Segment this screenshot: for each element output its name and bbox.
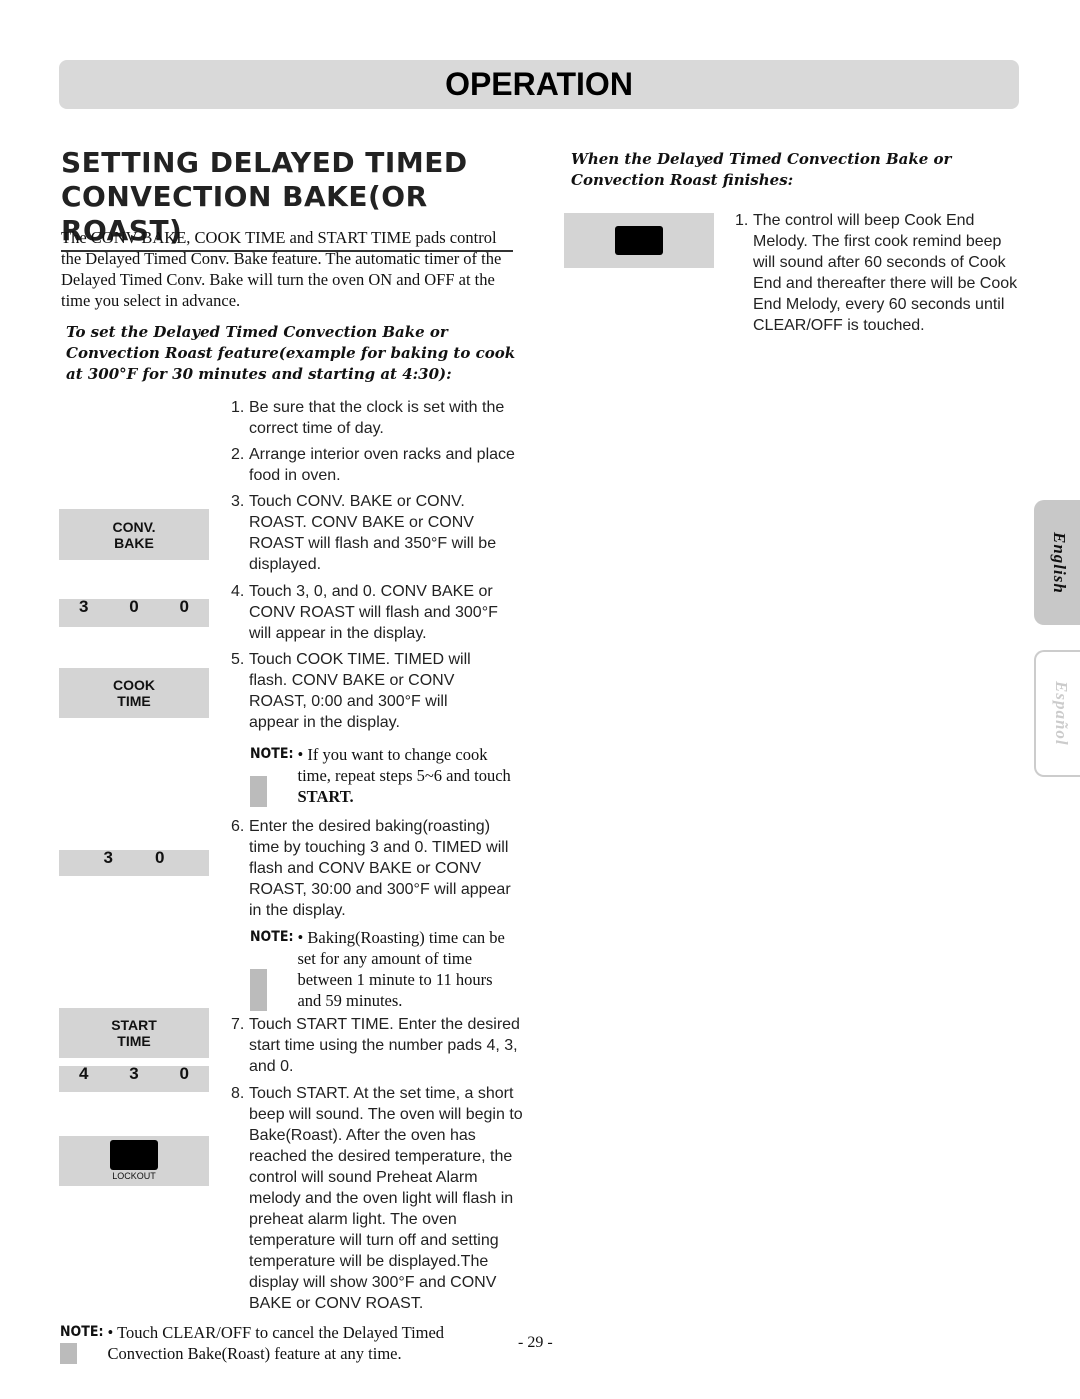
step-8: 8. Touch START. At the set time, a short …: [231, 1083, 531, 1314]
note-time-range: NOTE: • Baking(Roasting) time can be set …: [250, 927, 520, 1011]
step-3: 3. Touch CONV. BAKE or CONV. ROAST. CONV …: [231, 491, 521, 575]
step-text: Enter the desired baking(roasting) time …: [249, 818, 511, 919]
pad-label: TIME: [117, 693, 151, 709]
step-number: 5.: [231, 651, 245, 668]
digit: 0: [129, 597, 139, 616]
digit: 3: [103, 848, 113, 867]
step-number: 4.: [231, 583, 245, 600]
note-text: • Touch CLEAR/OFF to cancel the Delayed …: [107, 1323, 445, 1363]
tab-label: English: [1050, 531, 1069, 594]
step-number: 6.: [231, 818, 245, 835]
number-pads-300: 3 0 0: [59, 597, 209, 627]
tab-english[interactable]: English: [1034, 500, 1080, 625]
step-number: 1.: [735, 212, 749, 229]
note-label: NOTE:: [250, 744, 294, 807]
page-number: - 29 -: [518, 1334, 553, 1351]
section-header: OPERATION: [59, 60, 1019, 109]
finish-heading: When the Delayed Timed Convection Bake o…: [571, 150, 952, 189]
start-time-pad: START TIME: [59, 1008, 209, 1058]
step-number: 2.: [231, 446, 245, 463]
step-2: 2. Arrange interior oven racks and place …: [231, 444, 543, 486]
step-number: 7.: [231, 1016, 245, 1033]
step-5: 5. Touch COOK TIME. TIMED will flash. CON…: [231, 649, 493, 733]
tab-label: Español: [1052, 681, 1071, 746]
digit: 0: [179, 597, 189, 616]
number-pads-30: 30: [59, 848, 209, 876]
digit: 3: [129, 1064, 139, 1083]
pad-label: TIME: [117, 1033, 151, 1049]
note-text: • Baking(Roasting) time can be set for a…: [297, 928, 505, 1010]
conv-bake-pad: CONV. BAKE: [59, 509, 209, 560]
digit: 4: [79, 1064, 89, 1083]
lockout-label: LOCKOUT: [112, 1171, 156, 1181]
step-text: Touch START TIME. Enter the desired star…: [249, 1016, 520, 1075]
note-bold: START.: [297, 787, 354, 806]
note-label: NOTE:: [60, 1322, 104, 1364]
button-graphic: [615, 226, 663, 255]
step-text: Be sure that the clock is set with the c…: [249, 399, 505, 437]
pad-label: START: [111, 1017, 157, 1033]
note-text: • If you want to change cook time, repea…: [297, 744, 520, 807]
note-label: NOTE:: [250, 927, 294, 1011]
intro-paragraph: The CONV BAKE, COOK TIME and START TIME …: [61, 228, 502, 310]
pad-label: COOK: [113, 677, 155, 693]
digit: 0: [179, 1064, 189, 1083]
step-number: 1.: [231, 399, 245, 416]
start-button-graphic: [110, 1140, 158, 1170]
start-pad: LOCKOUT: [59, 1136, 209, 1186]
digit: 0: [155, 848, 165, 867]
pad-label: BAKE: [114, 534, 154, 551]
manual-page: { "header":{"title":"OPERATION"}, "secti…: [0, 0, 1080, 1399]
digit: 3: [79, 597, 89, 616]
finish-step-1: 1. The control will beep Cook End Melody.…: [735, 210, 1020, 336]
note-text-part: • If you want to change cook time, repea…: [297, 745, 511, 785]
step-7: 7. Touch START TIME. Enter the desired st…: [231, 1014, 543, 1077]
step-number: 3.: [231, 493, 245, 510]
cook-time-pad: COOK TIME: [59, 668, 209, 718]
step-text: Touch CONV. BAKE or CONV. ROAST. CONV BA…: [249, 493, 497, 573]
note-change-cook-time: NOTE: • If you want to change cook time, …: [250, 744, 520, 807]
pad-label: CONV.: [112, 518, 156, 535]
step-text: The control will beep Cook End Melody. T…: [753, 212, 1018, 334]
step-6: 6. Enter the desired baking(roasting) tim…: [231, 816, 516, 921]
start-pad-graphic: [564, 213, 714, 268]
step-number: 8.: [231, 1085, 245, 1102]
step-text: Touch 3, 0, and 0. CONV BAKE or CONV ROA…: [249, 583, 498, 642]
step-4: 4. Touch 3, 0, and 0. CONV BAKE or CONV R…: [231, 581, 521, 644]
note-cancel: NOTE: • Touch CLEAR/OFF to cancel the Del…: [60, 1322, 490, 1364]
tab-espanol[interactable]: Español: [1034, 650, 1080, 777]
step-text: Touch START. At the set time, a short be…: [249, 1085, 523, 1312]
step-1: 1. Be sure that the clock is set with the…: [231, 397, 543, 439]
step-text: Arrange interior oven racks and place fo…: [249, 446, 515, 484]
number-pads-430: 4 3 0: [59, 1064, 209, 1092]
instructions-heading: To set the Delayed Timed Convection Bake…: [66, 323, 516, 383]
step-text: Touch COOK TIME. TIMED will flash. CONV …: [249, 651, 471, 731]
